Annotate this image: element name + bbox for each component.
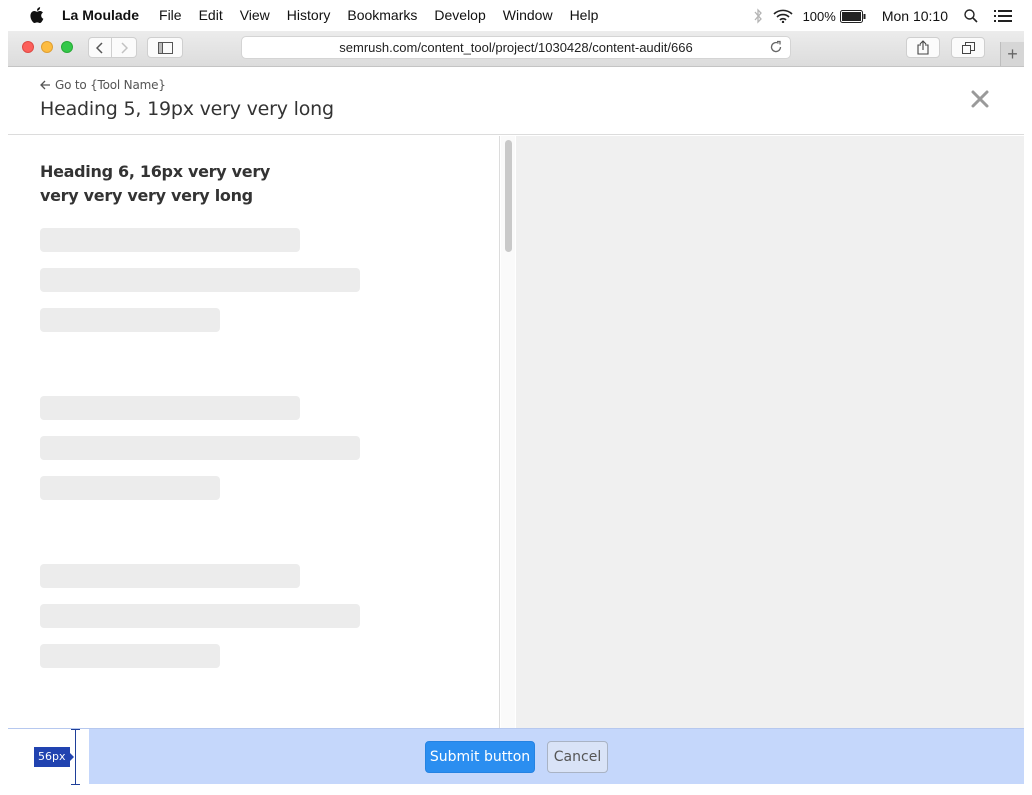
preview-panel xyxy=(516,136,1024,728)
height-measure-label: 56px xyxy=(34,747,73,767)
close-icon[interactable] xyxy=(970,89,992,111)
window-maximize-button[interactable] xyxy=(61,41,73,53)
reload-icon[interactable] xyxy=(769,40,783,57)
skeleton-line xyxy=(40,268,360,292)
tab-overview-button[interactable] xyxy=(951,37,985,58)
battery-icon[interactable] xyxy=(839,9,866,23)
address-bar[interactable]: semrush.com/content_tool/project/1030428… xyxy=(241,36,791,59)
menu-develop[interactable]: Develop xyxy=(434,7,485,23)
bluetooth-icon[interactable] xyxy=(753,8,763,24)
sidebar-icon xyxy=(157,41,173,54)
tabs-icon xyxy=(961,41,975,54)
share-button[interactable] xyxy=(906,37,940,58)
share-icon xyxy=(917,40,929,55)
menu-file[interactable]: File xyxy=(159,7,182,23)
height-measure-line xyxy=(75,729,76,785)
modal-header: Go to {Tool Name} Heading 5, 19px very v… xyxy=(8,67,1024,135)
height-measure-cap xyxy=(71,729,80,730)
arrow-left-icon xyxy=(40,80,51,90)
plus-icon: + xyxy=(1007,43,1018,64)
skeleton-line xyxy=(40,476,220,500)
skeleton-line xyxy=(40,228,300,252)
modal-footer: 56px Submit button Cancel xyxy=(8,728,1024,785)
url-text: semrush.com/content_tool/project/1030428… xyxy=(339,40,693,55)
wifi-icon[interactable] xyxy=(773,9,793,23)
back-button[interactable] xyxy=(88,37,112,58)
back-link-label: Go to {Tool Name} xyxy=(55,78,166,92)
menu-window[interactable]: Window xyxy=(503,7,553,23)
search-icon[interactable] xyxy=(964,9,978,23)
skeleton-line xyxy=(40,644,220,668)
skeleton-line xyxy=(40,564,300,588)
window-close-button[interactable] xyxy=(22,41,34,53)
modal: Go to {Tool Name} Heading 5, 19px very v… xyxy=(8,67,1024,785)
forward-button[interactable] xyxy=(112,37,137,58)
modal-title: Heading 5, 19px very very long xyxy=(40,98,334,120)
cancel-button[interactable]: Cancel xyxy=(547,741,608,773)
battery-percent: 100% xyxy=(802,8,836,24)
sidebar-toggle-button[interactable] xyxy=(147,37,183,58)
new-tab-button[interactable]: + xyxy=(1000,42,1024,66)
menu-view[interactable]: View xyxy=(240,7,270,23)
browser-toolbar: semrush.com/content_tool/project/1030428… xyxy=(8,31,1024,67)
skeleton-line xyxy=(40,604,360,628)
submit-button[interactable]: Submit button xyxy=(425,741,535,773)
menu-app-name[interactable]: La Moulade xyxy=(62,7,139,23)
back-link[interactable]: Go to {Tool Name} xyxy=(40,78,166,92)
clock[interactable]: Mon 10:10 xyxy=(882,8,948,24)
menu-help[interactable]: Help xyxy=(570,7,599,23)
menu-history[interactable]: History xyxy=(287,7,331,23)
height-measure-cap xyxy=(71,784,80,785)
menu-edit[interactable]: Edit xyxy=(199,7,223,23)
chevron-left-icon xyxy=(96,41,103,54)
skeleton-line xyxy=(40,308,220,332)
menu-bookmarks[interactable]: Bookmarks xyxy=(347,7,417,23)
apple-icon[interactable] xyxy=(28,6,44,24)
chevron-right-icon xyxy=(121,41,128,54)
panel-heading: Heading 6, 16px very very very very very… xyxy=(40,162,271,205)
menu-bar: La Moulade File Edit View History Bookma… xyxy=(0,0,1032,31)
window-minimize-button[interactable] xyxy=(41,41,53,53)
skeleton-line xyxy=(40,436,360,460)
skeleton-line xyxy=(40,396,300,420)
scrollbar-thumb[interactable] xyxy=(505,140,512,252)
list-icon[interactable] xyxy=(994,10,1012,22)
content-panel: Heading 6, 16px very very very very very… xyxy=(8,136,500,728)
